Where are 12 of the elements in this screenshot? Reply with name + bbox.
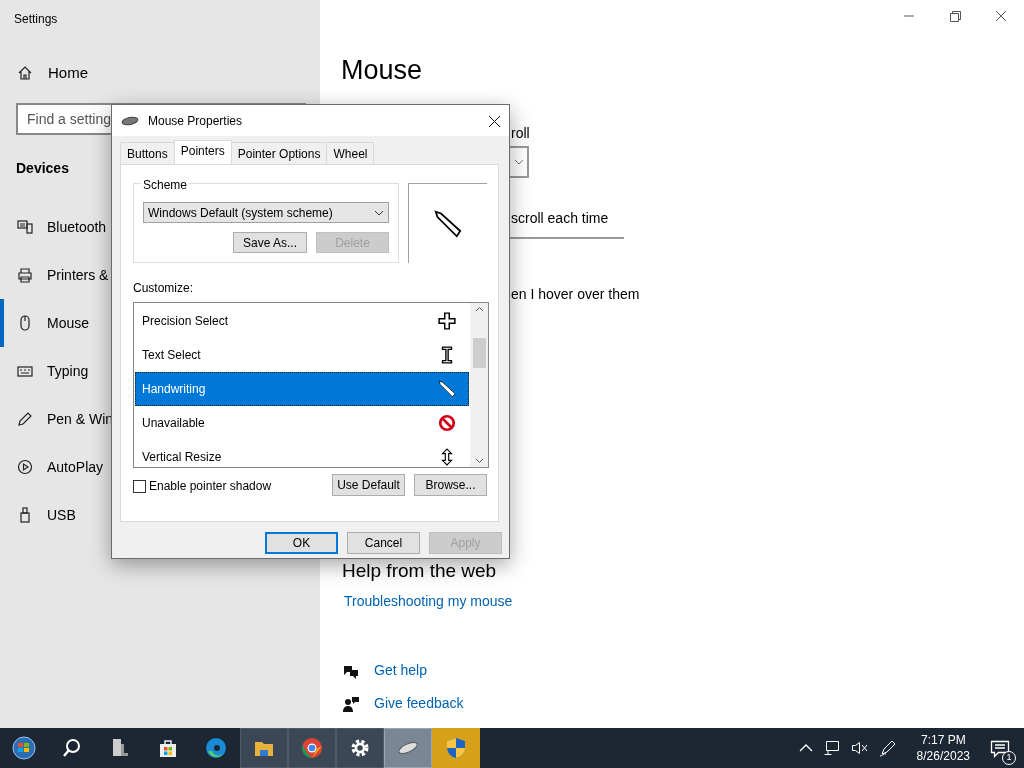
- window-title: Settings: [14, 11, 59, 28]
- setting-label: en I hover over them: [511, 284, 641, 304]
- dialog-title: Mouse Properties: [148, 112, 244, 130]
- clock-date: 8/26/2023: [916, 748, 970, 764]
- setting-label: scroll each time: [511, 208, 610, 228]
- section-label: Customize:: [133, 280, 194, 297]
- section-heading: Help from the web: [342, 558, 498, 583]
- clock-time: 7:17 PM: [920, 732, 966, 748]
- notification-badge: 1: [1002, 751, 1016, 765]
- section-heading: Devices: [16, 159, 70, 178]
- page-title: Mouse: [341, 54, 424, 87]
- setting-label: roll: [511, 123, 531, 143]
